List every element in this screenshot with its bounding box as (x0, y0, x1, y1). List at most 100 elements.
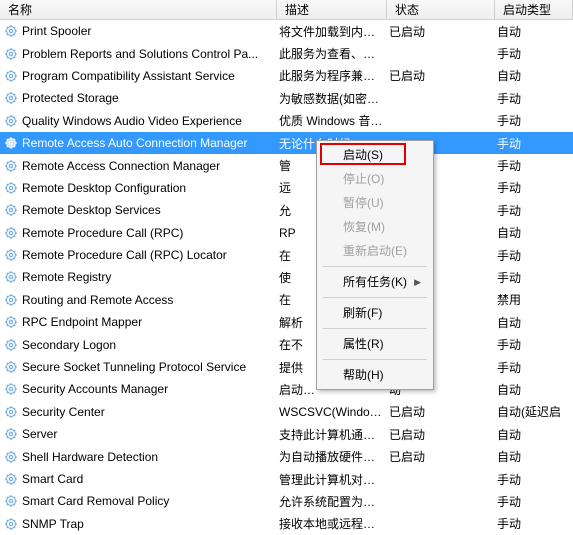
menu-pause: 暂停(U) (319, 191, 431, 215)
service-row[interactable]: Smart Card Removal Policy允许系统配置为移…手动 (0, 490, 573, 512)
service-startup: 手动 (495, 202, 573, 219)
service-row[interactable]: Remote Procedure Call (RPC) Locator在手动 (0, 244, 573, 266)
service-startup: 手动 (495, 493, 573, 510)
menu-separator (323, 328, 427, 329)
service-gear-icon (4, 226, 18, 240)
service-desc: 此服务为程序兼容… (277, 67, 387, 84)
service-startup: 手动 (495, 45, 573, 62)
service-gear-icon (4, 360, 18, 374)
menu-separator (323, 297, 427, 298)
service-startup: 手动 (495, 135, 573, 152)
service-row[interactable]: Security Accounts Manager启动…动自动 (0, 378, 573, 400)
service-name: Smart Card (22, 472, 83, 486)
service-desc: 支持此计算机通过… (277, 426, 387, 443)
menu-start[interactable]: 启动(S) (319, 143, 431, 167)
column-header-row: 名称 描述 状态 启动类型 (0, 0, 573, 20)
service-name: Remote Procedure Call (RPC) Locator (22, 248, 227, 262)
service-name: Problem Reports and Solutions Control Pa… (22, 47, 258, 61)
service-name: Quality Windows Audio Video Experience (22, 114, 242, 128)
service-row[interactable]: Problem Reports and Solutions Control Pa… (0, 42, 573, 64)
service-gear-icon (4, 136, 18, 150)
service-row[interactable]: RPC Endpoint Mapper解析动自动 (0, 311, 573, 333)
service-startup: 自动 (495, 426, 573, 443)
service-row[interactable]: Remote Procedure Call (RPC)RP动自动 (0, 222, 573, 244)
service-gear-icon (4, 450, 18, 464)
service-name: Remote Desktop Configuration (22, 181, 186, 195)
service-row[interactable]: Smart Card管理此计算机对智…手动 (0, 468, 573, 490)
service-desc: 此服务为查看、发… (277, 45, 387, 62)
service-startup: 手动 (495, 247, 573, 264)
service-startup: 自动 (495, 224, 573, 241)
service-gear-icon (4, 114, 18, 128)
service-gear-icon (4, 293, 18, 307)
service-desc: 为自动播放硬件事… (277, 448, 387, 465)
services-list: Print Spooler将文件加载到内存…已启动自动Problem Repor… (0, 20, 573, 535)
service-startup: 禁用 (495, 291, 573, 308)
service-name: Program Compatibility Assistant Service (22, 69, 235, 83)
service-row[interactable]: Secure Socket Tunneling Protocol Service… (0, 356, 573, 378)
service-name: Security Accounts Manager (22, 382, 168, 396)
service-status: 已启动 (387, 403, 495, 420)
service-startup: 手动 (495, 336, 573, 353)
service-row[interactable]: Server 支持此计算机通过…已启动自动 (0, 423, 573, 445)
service-name: Smart Card Removal Policy (22, 494, 169, 508)
service-desc: 将文件加载到内存… (277, 23, 387, 40)
service-name: Print Spooler (22, 24, 91, 38)
service-gear-icon (4, 270, 18, 284)
menu-properties[interactable]: 属性(R) (319, 332, 431, 356)
service-name: Remote Access Connection Manager (22, 159, 220, 173)
service-row[interactable]: Remote Access Auto Connection Manager无论什… (0, 132, 573, 154)
menu-separator (323, 359, 427, 360)
service-row[interactable]: Security CenterWSCSVC(Windo…已启动自动(延迟启 (0, 401, 573, 423)
service-gear-icon (4, 338, 18, 352)
service-startup: 手动 (495, 179, 573, 196)
service-gear-icon (4, 203, 18, 217)
service-startup: 自动 (495, 67, 573, 84)
service-startup: 自动 (495, 23, 573, 40)
service-status: 已启动 (387, 23, 495, 40)
service-gear-icon (4, 24, 18, 38)
service-name: Server (22, 427, 57, 441)
service-startup: 自动 (495, 381, 573, 398)
service-row[interactable]: Remote Desktop Services允手动 (0, 199, 573, 221)
service-startup: 手动 (495, 157, 573, 174)
menu-all-tasks[interactable]: 所有任务(K) (319, 270, 431, 294)
service-status: 已启动 (387, 426, 495, 443)
service-name: Remote Procedure Call (RPC) (22, 226, 183, 240)
service-row[interactable]: Secondary Logon在不手动 (0, 333, 573, 355)
column-header-name[interactable]: 名称 (0, 0, 277, 19)
service-gear-icon (4, 382, 18, 396)
service-name: Remote Registry (22, 270, 111, 284)
service-startup: 自动(延迟启 (495, 403, 573, 420)
service-row[interactable]: Remote Registry使手动 (0, 266, 573, 288)
column-header-desc[interactable]: 描述 (277, 0, 387, 19)
service-row[interactable]: Quality Windows Audio Video Experience优质… (0, 110, 573, 132)
service-row[interactable]: Shell Hardware Detection为自动播放硬件事…已启动自动 (0, 445, 573, 467)
service-gear-icon (4, 494, 18, 508)
service-gear-icon (4, 91, 18, 105)
service-row[interactable]: Print Spooler 将文件加载到内存…已启动自动 (0, 20, 573, 42)
service-gear-icon (4, 472, 18, 486)
menu-refresh[interactable]: 刷新(F) (319, 301, 431, 325)
service-gear-icon (4, 47, 18, 61)
service-gear-icon (4, 405, 18, 419)
column-header-startup[interactable]: 启动类型 (495, 0, 573, 19)
service-gear-icon (4, 159, 18, 173)
service-name: RPC Endpoint Mapper (22, 315, 142, 329)
column-header-status[interactable]: 状态 (387, 0, 495, 19)
service-startup: 自动 (495, 448, 573, 465)
menu-separator (323, 266, 427, 267)
service-row[interactable]: Program Compatibility Assistant Service 此… (0, 65, 573, 87)
service-name: Secure Socket Tunneling Protocol Service (22, 360, 246, 374)
service-startup: 手动 (495, 90, 573, 107)
menu-help[interactable]: 帮助(H) (319, 363, 431, 387)
service-name: Remote Desktop Services (22, 203, 161, 217)
service-startup: 自动 (495, 314, 573, 331)
service-row[interactable]: Routing and Remote Access在禁用 (0, 289, 573, 311)
service-row[interactable]: Remote Access Connection Manager管手动 (0, 154, 573, 176)
service-row[interactable]: Protected Storage为敏感数据(如密…手动 (0, 87, 573, 109)
service-row[interactable]: Remote Desktop Configuration远手动 (0, 177, 573, 199)
service-startup: 手动 (495, 269, 573, 286)
service-gear-icon (4, 427, 18, 441)
service-desc: WSCSVC(Windo… (277, 405, 387, 419)
